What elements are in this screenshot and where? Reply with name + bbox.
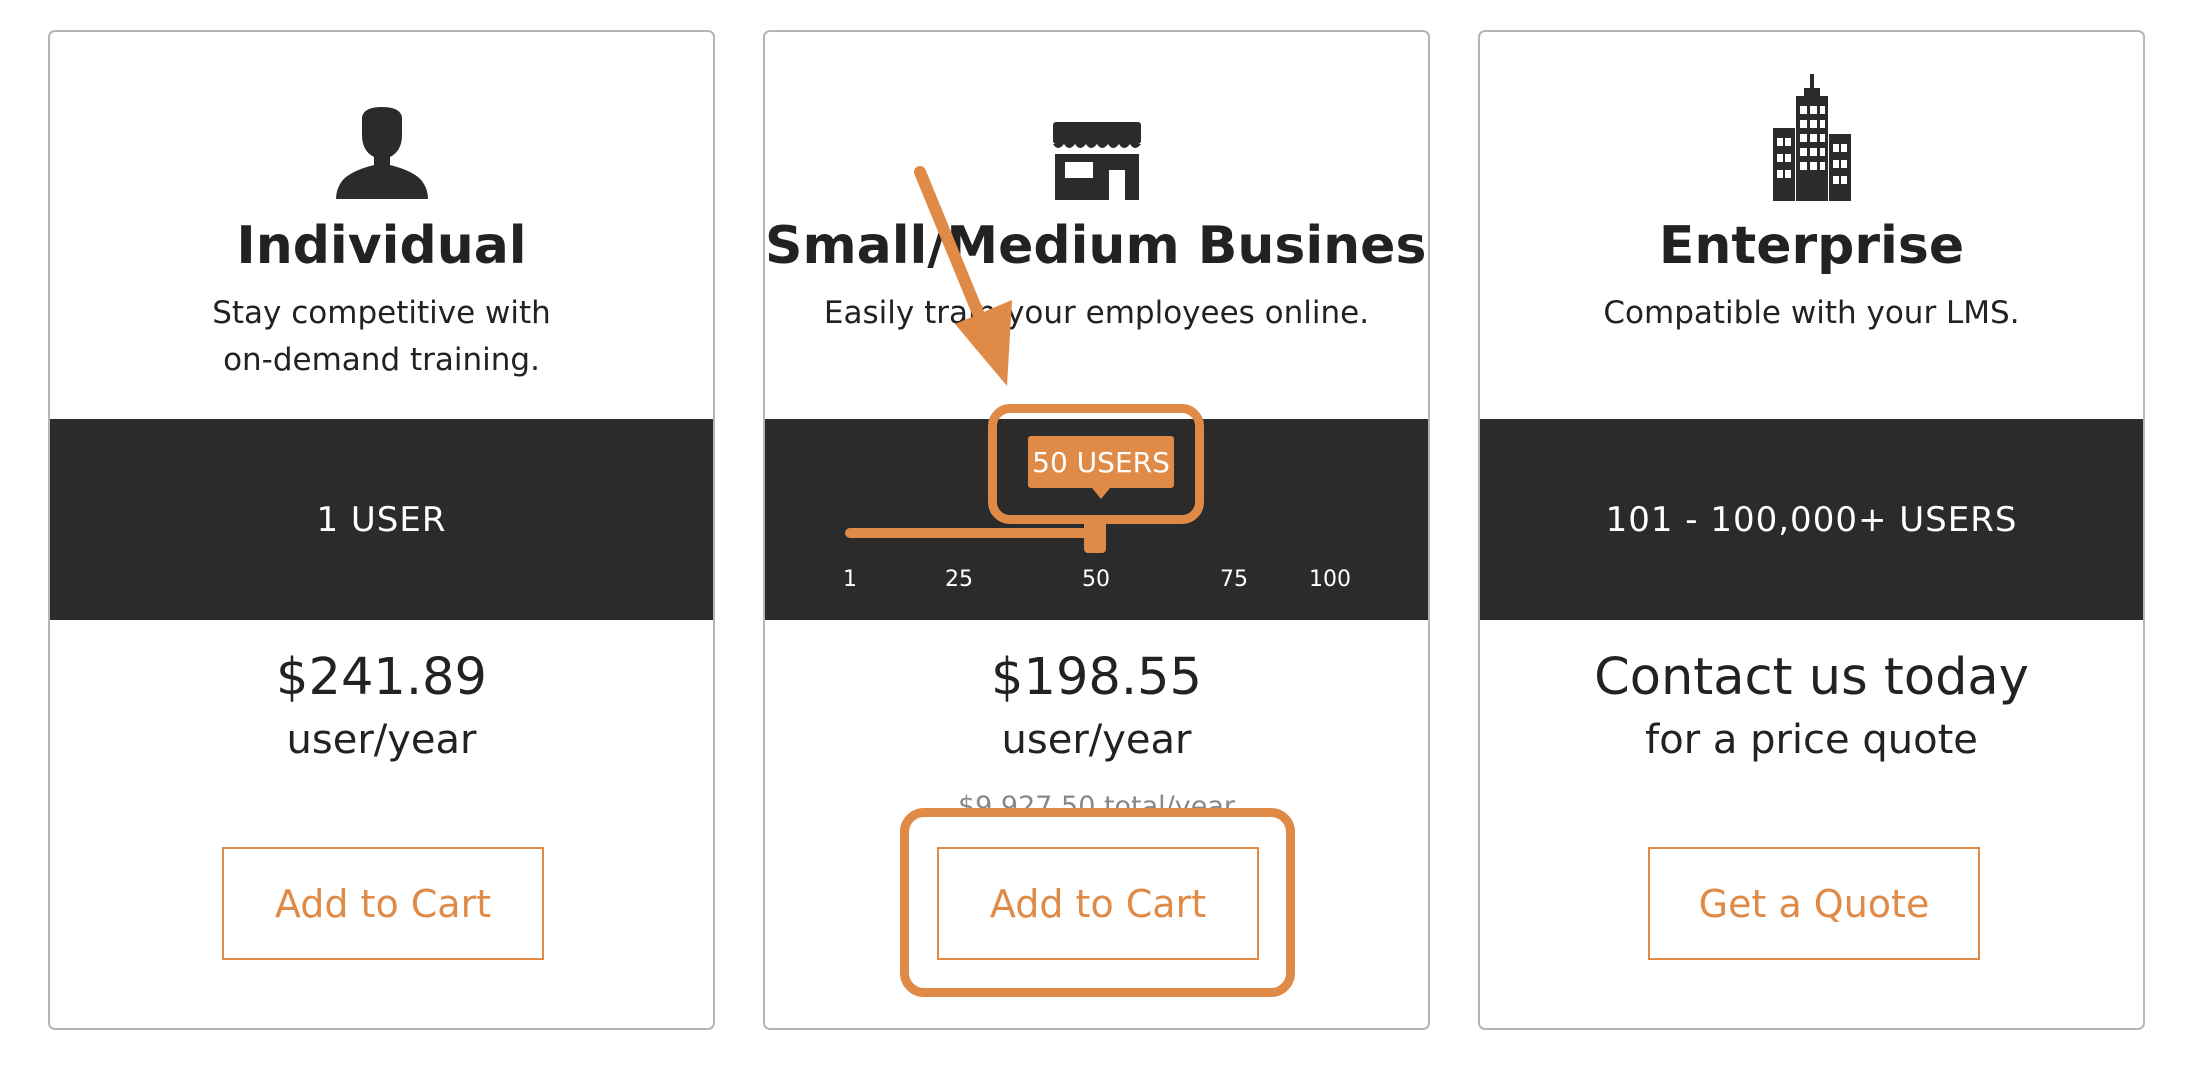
plan-title: Enterprise <box>1658 216 1965 276</box>
slider-tick-label: 50 <box>1082 567 1110 592</box>
plan-card-individual: Individual Stay competitive with on-dema… <box>48 30 715 1030</box>
slider-tick-label: 100 <box>1309 567 1351 592</box>
storefront-icon <box>765 122 1428 200</box>
plan-description-line: on-demand training. <box>223 342 540 378</box>
tooltip-pointer <box>1092 488 1110 499</box>
users-band: 101 - 100,000+ USERS <box>1480 419 2143 620</box>
plan-card-enterprise: Enterprise Compatible with your LMS. 101… <box>1478 30 2145 1030</box>
users-label: 1 USER <box>316 499 447 540</box>
plan-description: Easily train your employees online. <box>823 295 1370 331</box>
add-to-cart-button[interactable]: Add to Cart <box>222 847 544 960</box>
users-band: 1 USER <box>50 419 713 620</box>
plan-price: $198.55 <box>991 648 1202 707</box>
plan-description-line: Stay competitive with <box>212 295 551 331</box>
slider-handle[interactable] <box>1084 515 1106 553</box>
slider-rail[interactable] <box>1095 531 1319 535</box>
plan-card-small-medium-business: Small/Medium Business Easily train your … <box>763 30 1430 1030</box>
slider-track-filled[interactable] <box>845 528 1095 538</box>
contact-heading: Contact us today <box>1594 648 2029 707</box>
price-unit: user/year <box>286 717 477 763</box>
slider-tick-label: 1 <box>843 567 857 592</box>
office-building-icon <box>1480 74 2143 201</box>
slider-tick-label: 75 <box>1220 567 1248 592</box>
contact-subheading: for a price quote <box>1645 717 1978 763</box>
plan-title: Individual <box>236 216 527 276</box>
slider-value-tooltip: 50 USERS <box>1028 436 1174 488</box>
plan-description: Compatible with your LMS. <box>1603 295 2020 331</box>
plan-description: Stay competitive with on-demand training… <box>50 290 713 384</box>
users-label: 101 - 100,000+ USERS <box>1605 499 2018 540</box>
add-to-cart-button[interactable]: Add to Cart <box>937 847 1259 960</box>
price-unit: user/year <box>1001 717 1192 763</box>
get-a-quote-button[interactable]: Get a Quote <box>1648 847 1980 960</box>
users-band: 50 USERS 1 25 50 75 100 <box>765 419 1428 620</box>
slider-tick-label: 25 <box>945 567 973 592</box>
person-icon <box>50 107 713 199</box>
plan-title: Small/Medium Business <box>765 216 1430 276</box>
total-price: $9,927.50 total/year <box>957 791 1236 810</box>
plan-price: $241.89 <box>276 648 487 707</box>
